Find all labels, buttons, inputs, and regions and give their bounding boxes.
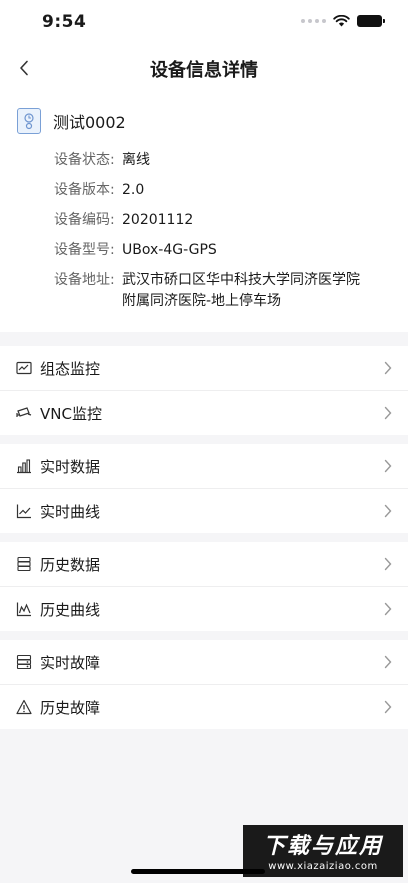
field-value: 武汉市硚口区华中科技大学同济医学院附属同济医院-地上停车场 [122, 272, 360, 309]
device-status-row: 设备状态: 离线 [54, 150, 362, 171]
monitor-chart-icon [16, 361, 32, 375]
device-header: 测试0002 [17, 108, 126, 134]
monitor-menu-group: 组态监控 VNC监控 [0, 346, 408, 435]
menu-item-realtime-fault[interactable]: 实时故障 [0, 640, 408, 685]
status-icons [301, 15, 385, 27]
warning-icon [16, 699, 32, 715]
chevron-right-icon [384, 504, 392, 518]
chevron-right-icon [384, 459, 392, 473]
field-label: 设备地址: [54, 272, 115, 288]
device-icon [17, 108, 41, 134]
field-value: UBox-4G-GPS [122, 242, 217, 258]
device-fields: 设备状态: 离线 设备版本: 2.0 设备编码: 20201112 设备型号: … [54, 150, 362, 321]
menu-label: 实时故障 [40, 654, 101, 672]
chevron-right-icon [384, 602, 392, 616]
camera-icon [16, 407, 32, 417]
chevron-right-icon [384, 361, 392, 375]
device-name: 测试0002 [53, 113, 126, 132]
wifi-icon [333, 15, 350, 27]
device-model-row: 设备型号: UBox-4G-GPS [54, 240, 362, 261]
menu-item-history-curve[interactable]: 历史曲线 [0, 587, 408, 631]
menu-item-history-fault[interactable]: 历史故障 [0, 685, 408, 729]
menu-item-history-data[interactable]: 历史数据 [0, 542, 408, 587]
home-indicator [131, 869, 265, 874]
field-label: 设备状态: [54, 152, 115, 168]
field-label: 设备型号: [54, 242, 115, 258]
nav-bar: 设备信息详情 [0, 46, 408, 90]
watermark-title: 下载与应用 [262, 834, 383, 859]
field-label: 设备版本: [54, 182, 115, 198]
device-info-card: 测试0002 设备状态: 离线 设备版本: 2.0 设备编码: 20201112… [0, 90, 408, 332]
watermark-url: www.xiazaiziao.com [268, 861, 378, 872]
menu-label: 历史故障 [40, 699, 101, 717]
status-time: 9:54 [42, 12, 87, 32]
line-chart-icon [16, 504, 31, 519]
chevron-right-icon [384, 700, 392, 714]
page-title: 设备信息详情 [150, 60, 258, 81]
realtime-menu-group: 实时数据 实时曲线 [0, 444, 408, 533]
chevron-right-icon [384, 557, 392, 571]
field-value: 20201112 [122, 212, 194, 228]
chevron-right-icon [384, 406, 392, 420]
menu-item-config-monitor[interactable]: 组态监控 [0, 346, 408, 391]
status-bar: 9:54 [0, 0, 408, 46]
field-value: 2.0 [122, 182, 145, 198]
field-label: 设备编码: [54, 212, 115, 228]
database-icon [17, 556, 31, 572]
history-menu-group: 历史数据 历史曲线 [0, 542, 408, 631]
battery-icon [357, 15, 385, 27]
device-code-row: 设备编码: 20201112 [54, 210, 362, 231]
area-chart-icon [16, 602, 31, 617]
server-icon [16, 654, 32, 670]
menu-item-realtime-data[interactable]: 实时数据 [0, 444, 408, 489]
menu-label: 实时数据 [40, 458, 101, 476]
menu-label: 组态监控 [40, 360, 101, 378]
bar-chart-icon [17, 459, 31, 474]
menu-item-vnc-monitor[interactable]: VNC监控 [0, 391, 408, 435]
field-value: 离线 [122, 152, 150, 168]
chevron-right-icon [384, 655, 392, 669]
signal-icon [301, 19, 326, 23]
fault-menu-group: 实时故障 历史故障 [0, 640, 408, 729]
device-version-row: 设备版本: 2.0 [54, 180, 362, 201]
menu-item-realtime-curve[interactable]: 实时曲线 [0, 489, 408, 533]
watermark: 下载与应用 www.xiazaiziao.com [243, 825, 403, 877]
menu-label: 实时曲线 [40, 503, 101, 521]
menu-label: 历史曲线 [40, 601, 101, 619]
device-address-row: 设备地址: 武汉市硚口区华中科技大学同济医学院附属同济医院-地上停车场 [54, 270, 362, 312]
menu-label: VNC监控 [40, 405, 102, 423]
menu-label: 历史数据 [40, 556, 101, 574]
